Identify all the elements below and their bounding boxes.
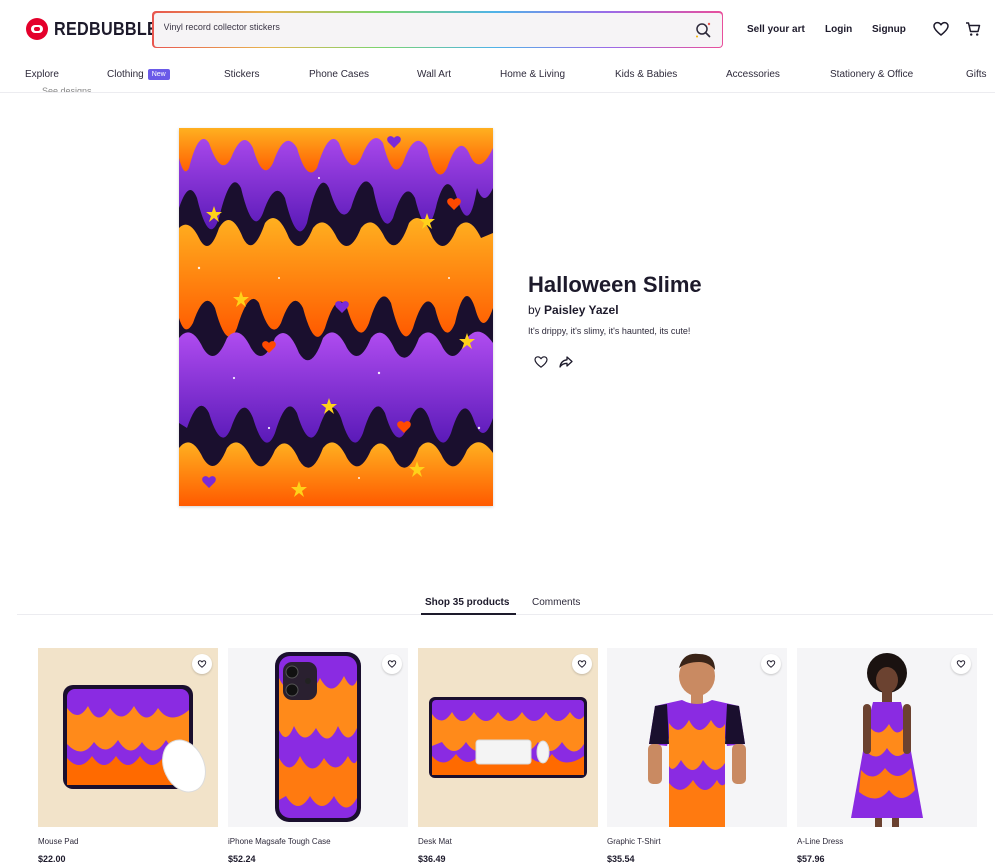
category-nav: Explore Clothing New Stickers Phone Cases… [0, 60, 995, 93]
tab-shop-products[interactable]: Shop 35 products [425, 597, 509, 608]
new-badge: New [147, 69, 170, 80]
signup-link[interactable]: Signup [872, 24, 906, 35]
artist-byline: by Paisley Yazel [528, 303, 619, 317]
nav-item-wall-art[interactable]: Wall Art [417, 69, 451, 80]
heart-icon[interactable] [932, 20, 950, 38]
search-input[interactable] [163, 21, 684, 32]
byline-prefix: by [528, 303, 541, 317]
slime-pattern-image [179, 128, 493, 506]
design-title: Halloween Slime [528, 272, 702, 297]
redbubble-logo-icon [26, 18, 48, 40]
redbubble-logo[interactable]: REDBUBBLE [26, 18, 170, 40]
product-price: $36.49 [418, 854, 446, 863]
nav-item-clothing[interactable]: Clothing New [107, 69, 170, 80]
product-card[interactable]: Graphic T-Shirt $35.54 [607, 648, 787, 863]
site-header: REDBUBBLE Sell your art Login Signup [0, 0, 995, 60]
heart-icon [766, 660, 776, 668]
search-bar [152, 11, 723, 48]
design-artwork [179, 128, 493, 506]
product-name[interactable]: Desk Mat [418, 837, 452, 846]
product-tabs: Shop 35 products Comments [17, 590, 993, 615]
graphic-tshirt-image [607, 648, 787, 827]
nav-item-clothing-label: Clothing [107, 69, 144, 80]
product-image[interactable] [607, 648, 787, 827]
product-image[interactable] [38, 648, 218, 827]
product-image[interactable] [418, 648, 598, 827]
desk-mat-image [418, 648, 598, 827]
nav-item-accessories[interactable]: Accessories [726, 69, 780, 80]
breadcrumb[interactable]: See designs [42, 86, 92, 92]
product-name[interactable]: Mouse Pad [38, 837, 78, 846]
nav-item-phone-cases[interactable]: Phone Cases [309, 69, 369, 80]
nav-item-stationery-office[interactable]: Stationery & Office [830, 69, 913, 80]
share-icon[interactable] [558, 354, 574, 370]
product-name[interactable]: Graphic T-Shirt [607, 837, 661, 846]
mouse-pad-image [38, 648, 218, 827]
heart-icon[interactable] [533, 354, 549, 370]
product-price: $57.96 [797, 854, 825, 863]
nav-item-gifts[interactable]: Gifts [966, 69, 987, 80]
login-link[interactable]: Login [825, 24, 852, 35]
heart-icon [387, 660, 397, 668]
logo-text: REDBUBBLE [54, 18, 159, 39]
heart-icon [956, 660, 966, 668]
search-icon[interactable] [694, 21, 712, 39]
heart-icon [577, 660, 587, 668]
product-image[interactable] [797, 648, 977, 827]
product-name[interactable]: iPhone Magsafe Tough Case [228, 837, 331, 846]
heart-icon [197, 660, 207, 668]
sell-your-art-link[interactable]: Sell your art [747, 24, 805, 35]
phone-case-image [228, 648, 408, 827]
product-name[interactable]: A-Line Dress [797, 837, 843, 846]
product-card[interactable]: iPhone Magsafe Tough Case $52.24 [228, 648, 408, 863]
nav-item-explore[interactable]: Explore [25, 69, 59, 80]
product-price: $22.00 [38, 854, 66, 863]
product-card[interactable]: Desk Mat $36.49 [418, 648, 598, 863]
nav-item-kids-babies[interactable]: Kids & Babies [615, 69, 677, 80]
favorite-button[interactable] [572, 654, 592, 674]
favorite-button[interactable] [761, 654, 781, 674]
tab-comments[interactable]: Comments [532, 597, 580, 608]
nav-item-stickers[interactable]: Stickers [224, 69, 260, 80]
product-image[interactable] [228, 648, 408, 827]
product-card[interactable]: Mouse Pad $22.00 [38, 648, 218, 863]
design-description: It's drippy, it's slimy, it's haunted, i… [528, 326, 691, 336]
active-tab-indicator [421, 613, 516, 615]
cart-icon[interactable] [964, 20, 982, 38]
favorite-button[interactable] [951, 654, 971, 674]
favorite-button[interactable] [192, 654, 212, 674]
artist-name-link[interactable]: Paisley Yazel [544, 303, 619, 317]
product-price: $35.54 [607, 854, 635, 863]
nav-item-home-living[interactable]: Home & Living [500, 69, 565, 80]
favorite-button[interactable] [382, 654, 402, 674]
product-card[interactable]: A-Line Dress $57.96 [797, 648, 977, 863]
product-price: $52.24 [228, 854, 256, 863]
a-line-dress-image [797, 648, 977, 827]
